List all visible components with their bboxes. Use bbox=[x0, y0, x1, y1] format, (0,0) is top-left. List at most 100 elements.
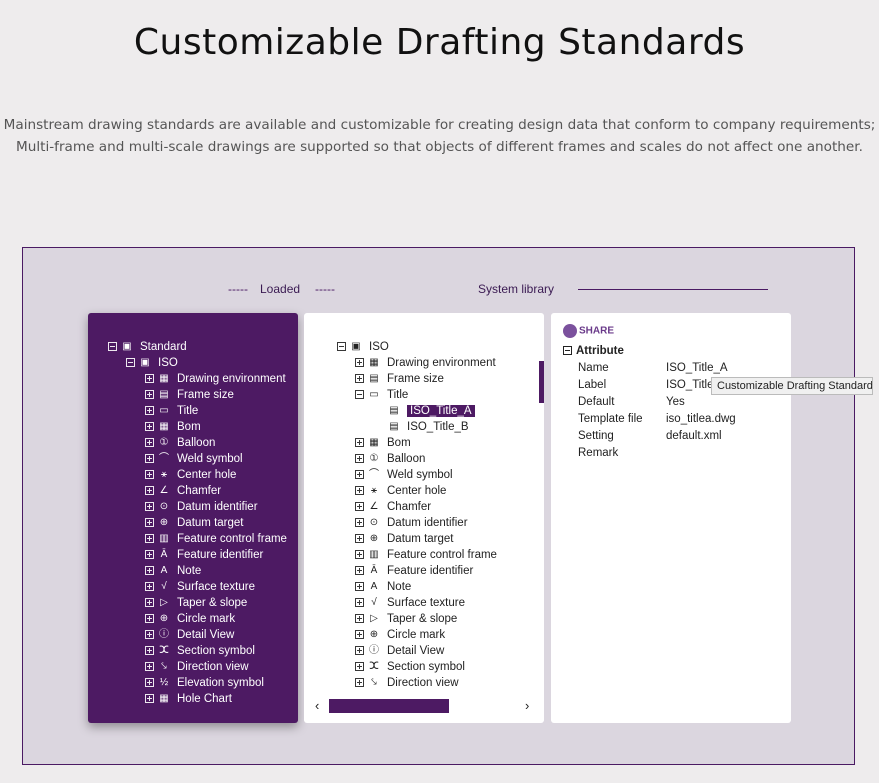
tree-item-iso-title-b[interactable]: ▤ ISO_Title_B bbox=[337, 419, 497, 435]
expand-icon[interactable] bbox=[355, 582, 364, 592]
arrow-left-icon[interactable]: ‹ bbox=[315, 698, 319, 713]
attribute-row-template-file[interactable]: Template file iso_titlea.dwg bbox=[563, 411, 736, 428]
tree-item-weld-symbol[interactable]: ⌒ Weld symbol bbox=[337, 467, 497, 483]
share-button[interactable]: SHARE bbox=[563, 324, 614, 338]
tree-item-feature-control-frame[interactable]: ▥ Feature control frame bbox=[108, 531, 287, 547]
attribute-row-remark[interactable]: Remark bbox=[563, 445, 624, 462]
tree-item-circle-mark[interactable]: ⊕ Circle mark bbox=[108, 611, 287, 627]
tree-item-drawing-environment[interactable]: ▦ Drawing environment bbox=[337, 355, 497, 371]
expand-icon[interactable] bbox=[355, 486, 364, 496]
expand-icon[interactable] bbox=[355, 502, 364, 512]
expand-icon[interactable] bbox=[145, 646, 154, 656]
attribute-row-setting[interactable]: Setting default.xml bbox=[563, 428, 722, 445]
arrow-right-icon[interactable]: › bbox=[525, 698, 529, 713]
tree-item-direction-view[interactable]: ⤥ Direction view bbox=[337, 675, 497, 691]
expand-icon[interactable] bbox=[145, 630, 154, 640]
expand-icon[interactable] bbox=[355, 454, 364, 464]
expand-icon[interactable] bbox=[145, 406, 154, 416]
tree-item-elevation-symbol[interactable]: ½ Elevation symbol bbox=[108, 675, 287, 691]
tree-item-surface-texture[interactable]: √ Surface texture bbox=[108, 579, 287, 595]
expand-icon[interactable] bbox=[145, 374, 154, 384]
tree-item-title[interactable]: ▭ Title bbox=[108, 403, 287, 419]
tree-item-circle-mark[interactable]: ⊕ Circle mark bbox=[337, 627, 497, 643]
tree-item-chamfer[interactable]: ∠ Chamfer bbox=[337, 499, 497, 515]
vertical-scrollbar-thumb[interactable] bbox=[539, 361, 544, 403]
expand-icon[interactable] bbox=[145, 518, 154, 528]
expand-icon[interactable] bbox=[355, 518, 364, 528]
collapse-icon[interactable] bbox=[355, 390, 364, 400]
tree-item-datum-target[interactable]: ⊕ Datum target bbox=[337, 531, 497, 547]
expand-icon[interactable] bbox=[145, 582, 154, 592]
tree-item-chamfer[interactable]: ∠ Chamfer bbox=[108, 483, 287, 499]
tree-item-taper-slope[interactable]: ▷ Taper & slope bbox=[108, 595, 287, 611]
tree-item-weld-symbol[interactable]: ⌒ Weld symbol bbox=[108, 451, 287, 467]
expand-icon[interactable] bbox=[145, 598, 154, 608]
horizontal-scrollbar-thumb[interactable] bbox=[329, 699, 449, 713]
expand-icon[interactable] bbox=[145, 678, 154, 688]
expand-icon[interactable] bbox=[145, 390, 154, 400]
attribute-heading-row[interactable]: Attribute bbox=[563, 343, 624, 360]
tree-item-surface-texture[interactable]: √ Surface texture bbox=[337, 595, 497, 611]
tree-item-iso[interactable]: ▣ ISO bbox=[337, 339, 497, 355]
attribute-row-label[interactable]: Label ISO_Title bbox=[563, 377, 714, 394]
tree-item-iso[interactable]: ▣ ISO bbox=[108, 355, 287, 371]
expand-icon[interactable] bbox=[355, 374, 364, 384]
expand-icon[interactable] bbox=[145, 470, 154, 480]
collapse-icon[interactable] bbox=[337, 342, 346, 352]
tree-item-iso-title-a[interactable]: ▤ ISO_Title_A bbox=[337, 403, 497, 419]
expand-icon[interactable] bbox=[355, 662, 364, 672]
expand-icon[interactable] bbox=[355, 646, 364, 656]
tree-item-frame-size[interactable]: ▤ Frame size bbox=[337, 371, 497, 387]
tree-item-center-hole[interactable]: ⚹ Center hole bbox=[108, 467, 287, 483]
tree-item-hole-chart[interactable]: ▦ Hole Chart bbox=[108, 691, 287, 707]
tree-item-feature-identifier[interactable]: Ā Feature identifier bbox=[108, 547, 287, 563]
expand-icon[interactable] bbox=[145, 550, 154, 560]
tree-item-datum-identifier[interactable]: ⊙ Datum identifier bbox=[108, 499, 287, 515]
tree-item-section-symbol[interactable]: ⵋ Section symbol bbox=[108, 643, 287, 659]
tree-item-detail-view[interactable]: ⓘ Detail View bbox=[108, 627, 287, 643]
expand-icon[interactable] bbox=[145, 422, 154, 432]
tree-item-title[interactable]: ▭ Title bbox=[337, 387, 497, 403]
expand-icon[interactable] bbox=[145, 486, 154, 496]
tree-item-balloon[interactable]: ① Balloon bbox=[108, 435, 287, 451]
tree-item-bom[interactable]: ▦ Bom bbox=[337, 435, 497, 451]
expand-icon[interactable] bbox=[355, 438, 364, 448]
tree-item-taper-slope[interactable]: ▷ Taper & slope bbox=[337, 611, 497, 627]
expand-icon[interactable] bbox=[145, 438, 154, 448]
tree-item-feature-identifier[interactable]: Ā Feature identifier bbox=[337, 563, 497, 579]
collapse-icon[interactable] bbox=[126, 358, 135, 368]
expand-icon[interactable] bbox=[145, 454, 154, 464]
tree-item-frame-size[interactable]: ▤ Frame size bbox=[108, 387, 287, 403]
expand-icon[interactable] bbox=[145, 534, 154, 544]
expand-icon[interactable] bbox=[145, 566, 154, 576]
collapse-icon[interactable] bbox=[563, 346, 572, 356]
tree-item-balloon[interactable]: ① Balloon bbox=[337, 451, 497, 467]
tree-item-note[interactable]: A Note bbox=[108, 563, 287, 579]
tree-item-feature-control-frame[interactable]: ▥ Feature control frame bbox=[337, 547, 497, 563]
attribute-row-default[interactable]: Default Yes bbox=[563, 394, 685, 411]
expand-icon[interactable] bbox=[355, 358, 364, 368]
tree-item-section-symbol[interactable]: ⵋ Section symbol bbox=[337, 659, 497, 675]
tree-item-detail-view[interactable]: ⓘ Detail View bbox=[337, 643, 497, 659]
tree-item-center-hole[interactable]: ⚹ Center hole bbox=[337, 483, 497, 499]
tree-item-note[interactable]: A Note bbox=[337, 579, 497, 595]
expand-icon[interactable] bbox=[145, 694, 154, 704]
expand-icon[interactable] bbox=[355, 534, 364, 544]
tree-item-drawing-environment[interactable]: ▦ Drawing environment bbox=[108, 371, 287, 387]
expand-icon[interactable] bbox=[355, 630, 364, 640]
expand-icon[interactable] bbox=[145, 662, 154, 672]
tree-item-datum-identifier[interactable]: ⊙ Datum identifier bbox=[337, 515, 497, 531]
expand-icon[interactable] bbox=[355, 470, 364, 480]
expand-icon[interactable] bbox=[355, 566, 364, 576]
expand-icon[interactable] bbox=[355, 678, 364, 688]
expand-icon[interactable] bbox=[145, 502, 154, 512]
attribute-row-name[interactable]: Name ISO_Title_A bbox=[563, 360, 728, 377]
tree-item-standard[interactable]: ▣ Standard bbox=[108, 339, 287, 355]
expand-icon[interactable] bbox=[355, 598, 364, 608]
expand-icon[interactable] bbox=[355, 550, 364, 560]
tree-item-datum-target[interactable]: ⊕ Datum target bbox=[108, 515, 287, 531]
expand-icon[interactable] bbox=[355, 614, 364, 624]
collapse-icon[interactable] bbox=[108, 342, 117, 352]
tree-item-bom[interactable]: ▦ Bom bbox=[108, 419, 287, 435]
expand-icon[interactable] bbox=[145, 614, 154, 624]
